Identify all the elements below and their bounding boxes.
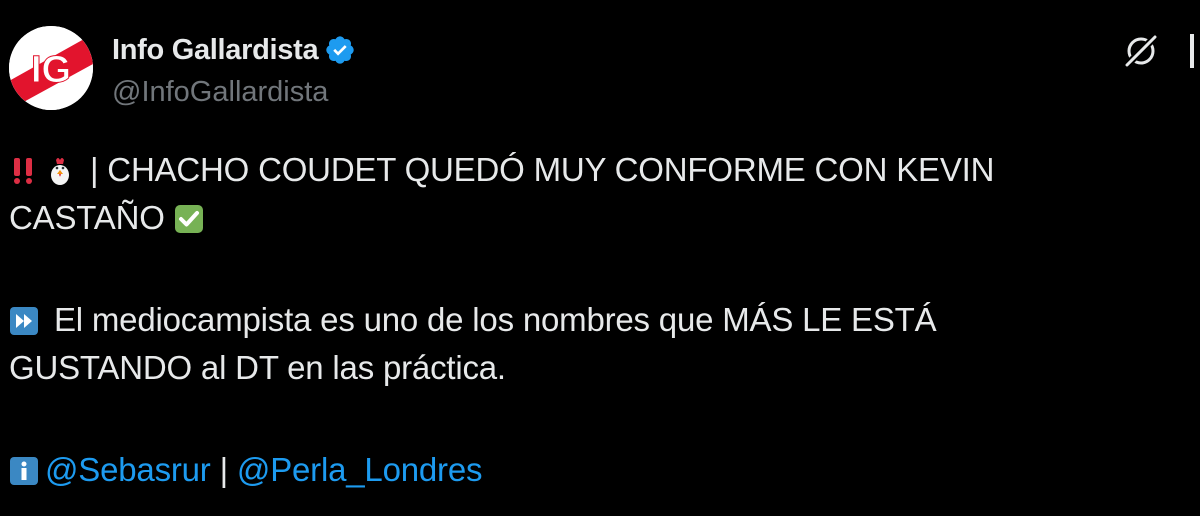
tweet-line: GUSTANDO al DT en las práctica. — [9, 344, 1179, 392]
grok-icon[interactable] — [1122, 32, 1160, 70]
tweet-body-2: GUSTANDO al DT en las práctica. — [9, 349, 506, 386]
fast-forward-icon — [9, 301, 39, 335]
avatar-logo-icon: IG — [9, 26, 93, 110]
tweet-text: | CHACHO COUDET QUEDÓ MUY CONFORME CON K… — [9, 146, 1179, 494]
author-names: Info Gallardista @InfoGallardista — [112, 30, 356, 109]
check-mark-button-icon — [174, 199, 204, 233]
tweet-headline-2: CASTAÑO — [9, 199, 174, 236]
mention-separator: | — [210, 451, 237, 488]
mention-link[interactable]: @Perla_Londres — [237, 451, 483, 488]
mention-link[interactable]: @Sebasrur — [45, 451, 211, 488]
tweet-header: IG Info Gallardista @InfoGallardista — [9, 26, 1200, 116]
chicken-icon — [45, 151, 75, 185]
tweet-line: | CHACHO COUDET QUEDÓ MUY CONFORME CON K… — [9, 146, 1179, 194]
tweet-body-1: El mediocampista es uno de los nombres q… — [45, 301, 937, 338]
tweet-line: CASTAÑO — [9, 194, 1179, 242]
tweet-line: El mediocampista es uno de los nombres q… — [9, 296, 1179, 344]
avatar-monogram: IG — [31, 49, 71, 91]
display-name[interactable]: Info Gallardista — [112, 34, 319, 67]
tweet-line: @Sebasrur | @Perla_Londres — [9, 446, 1179, 494]
tweet-headline-1: | CHACHO COUDET QUEDÓ MUY CONFORME CON K… — [81, 151, 995, 188]
display-name-row: Info Gallardista — [112, 30, 356, 70]
more-vertical-icon[interactable] — [1186, 32, 1200, 70]
verified-badge-icon[interactable] — [324, 34, 356, 66]
author-handle[interactable]: @InfoGallardista — [112, 76, 356, 109]
avatar[interactable]: IG — [9, 26, 93, 110]
information-icon — [9, 451, 39, 485]
double-exclamation-icon — [9, 151, 39, 184]
